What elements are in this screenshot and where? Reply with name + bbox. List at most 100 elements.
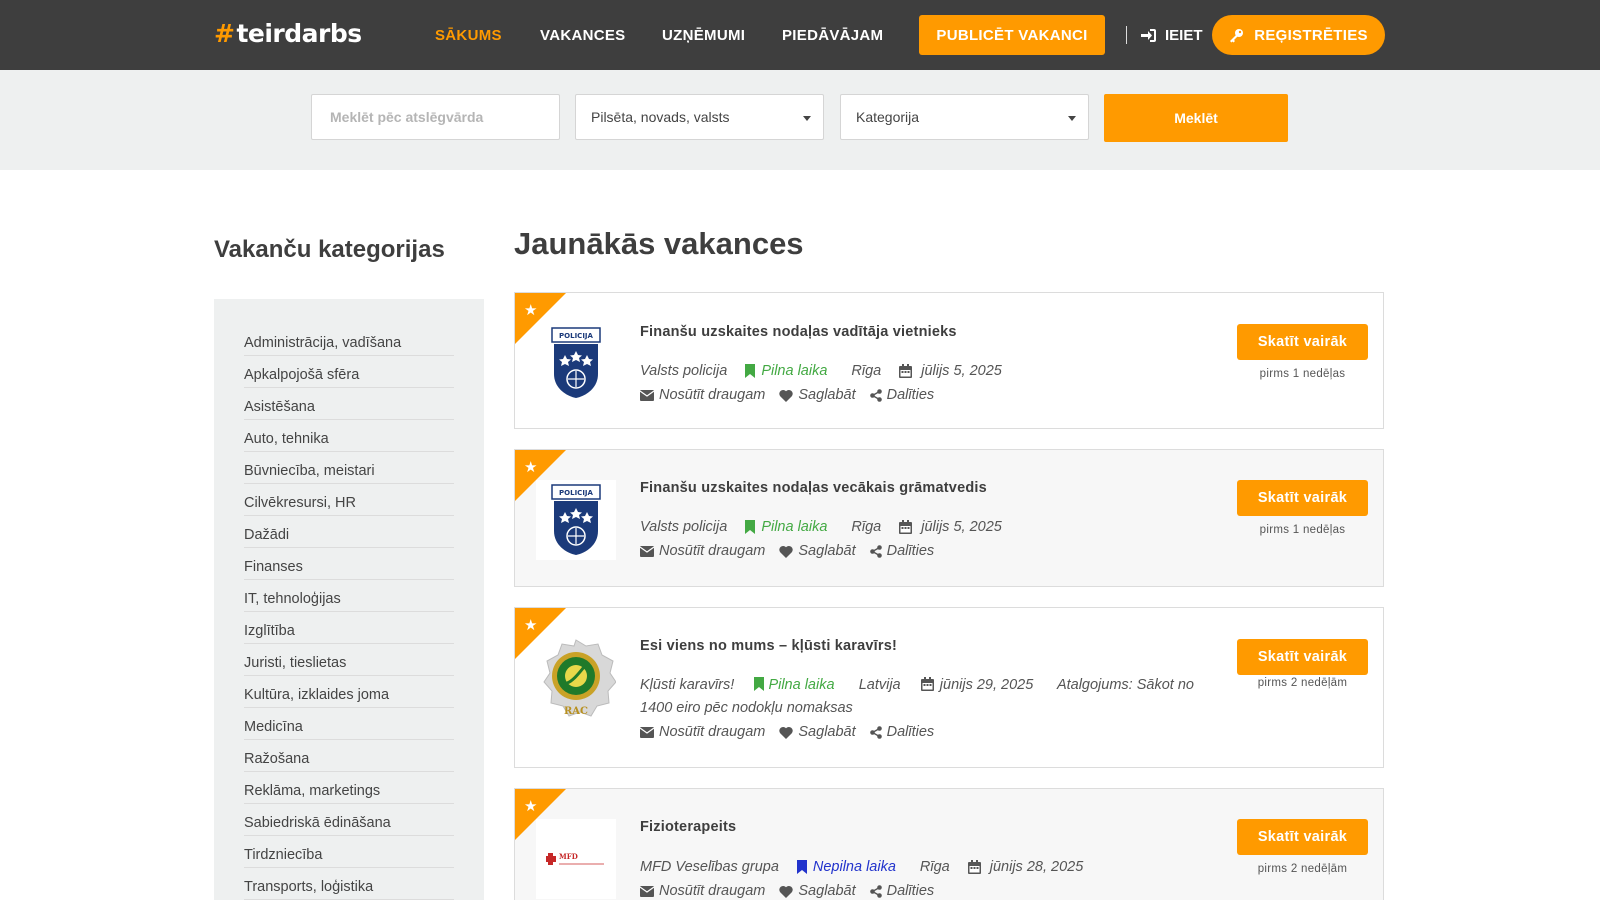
save-link[interactable]: Saglabāt xyxy=(779,387,856,403)
job-actions: Nosūtīt draugam Saglabāt Dalīties xyxy=(640,724,948,740)
company-logo[interactable]: POLICIJA xyxy=(536,480,616,560)
category-item[interactable]: Medicīna xyxy=(244,708,454,740)
company-name[interactable]: Valsts policija xyxy=(640,519,727,535)
share-icon xyxy=(869,725,882,739)
category-item[interactable]: Dažādi xyxy=(244,516,454,548)
category-item[interactable]: Cilvēkresursi, HR xyxy=(244,484,454,516)
category-item[interactable]: Ražošana xyxy=(244,740,454,772)
category-item[interactable]: Administrācija, vadīšana xyxy=(244,324,454,356)
category-item[interactable]: Asistēšana xyxy=(244,388,454,420)
army-logo-icon: RAC xyxy=(543,639,616,717)
nav-home[interactable]: SĀKUMS xyxy=(435,27,502,44)
bookmark-icon xyxy=(745,520,756,534)
time-ago: pirms 1 nedēļas xyxy=(1259,368,1346,380)
job-meta: Valsts policija Pilna laika Rīga jūlijs … xyxy=(640,519,1002,535)
login-label: IEIET xyxy=(1165,27,1203,44)
logo-text: teirdarbs xyxy=(236,19,362,48)
keyword-search-input[interactable]: Meklēt pēc atslēgvārda xyxy=(311,94,560,140)
category-item[interactable]: Kultūra, izklaides joma xyxy=(244,676,454,708)
job-title-link[interactable]: Finanšu uzskaites nodaļas vecākais grāma… xyxy=(640,480,987,496)
site-logo[interactable]: #teirdarbs xyxy=(214,19,362,48)
time-ago: pirms 2 nedēļām xyxy=(1257,863,1348,875)
posted-date: jūlijs 5, 2025 xyxy=(921,363,1002,379)
save-label: Saglabāt xyxy=(798,387,856,403)
police-logo-icon: POLICIJA xyxy=(551,484,601,555)
send-to-friend-link[interactable]: Nosūtīt draugam xyxy=(640,883,765,899)
view-more-button[interactable]: Skatīt vairāk xyxy=(1237,819,1368,855)
save-link[interactable]: Saglabāt xyxy=(779,724,856,740)
employment-type: Nepilna laika xyxy=(812,859,896,875)
company-logo[interactable]: MFD xyxy=(536,819,616,899)
nav-vacancies[interactable]: VAKANCES xyxy=(540,27,625,44)
top-navbar: #teirdarbs SĀKUMS VAKANCES UZŅĒMUMI PIED… xyxy=(0,0,1600,70)
share-link[interactable]: Dalīties xyxy=(869,883,934,899)
send-to-friend-link[interactable]: Nosūtīt draugam xyxy=(640,724,765,740)
share-link[interactable]: Dalīties xyxy=(869,387,934,403)
envelope-icon xyxy=(640,545,654,557)
job-title-link[interactable]: Esi viens no mums – kļūsti karavīrs! xyxy=(640,638,897,654)
save-label: Saglabāt xyxy=(798,543,856,559)
job-actions: Nosūtīt draugam Saglabāt Dalīties xyxy=(640,387,948,403)
publish-vacancy-button[interactable]: PUBLICĒT VAKANCI xyxy=(919,15,1105,55)
company-logo[interactable]: POLICIJA xyxy=(536,323,616,403)
category-item[interactable]: Finanses xyxy=(244,548,454,580)
job-meta: Valsts policija Pilna laika Rīga jūlijs … xyxy=(640,363,1002,379)
category-item[interactable]: Sabiedriskā ēdināšana xyxy=(244,804,454,836)
heart-icon xyxy=(779,885,794,898)
job-meta: MFD Veselības grupa Nepilna laika Rīga j… xyxy=(640,859,1083,875)
posted-date: jūlijs 5, 2025 xyxy=(921,519,1002,535)
register-button[interactable]: REĢISTRĒTIES xyxy=(1212,15,1385,55)
location-select[interactable]: Pilsēta, novads, valsts xyxy=(575,94,824,140)
view-more-button[interactable]: Skatīt vairāk xyxy=(1237,480,1368,516)
calendar-icon xyxy=(899,364,913,378)
send-to-friend-link[interactable]: Nosūtīt draugam xyxy=(640,543,765,559)
time-ago: pirms 1 nedēļas xyxy=(1259,524,1346,536)
calendar-icon xyxy=(920,677,934,691)
job-location: Latvija xyxy=(858,677,901,693)
company-logo[interactable]: RAC xyxy=(536,638,616,718)
envelope-icon xyxy=(640,389,654,401)
category-item[interactable]: Auto, tehnika xyxy=(244,420,454,452)
job-meta: Kļūsti karavīrs! Pilna laika Latvija jūn… xyxy=(640,674,1230,720)
category-select[interactable]: Kategorija xyxy=(840,94,1089,140)
share-link[interactable]: Dalīties xyxy=(869,543,934,559)
view-more-button[interactable]: Skatīt vairāk xyxy=(1237,324,1368,360)
view-more-button[interactable]: Skatīt vairāk xyxy=(1237,639,1368,675)
category-item[interactable]: Reklāma, marketings xyxy=(244,772,454,804)
save-label: Saglabāt xyxy=(798,724,856,740)
company-name[interactable]: Kļūsti karavīrs! xyxy=(640,677,734,693)
login-link[interactable]: IEIET xyxy=(1141,27,1203,44)
company-name[interactable]: MFD Veselības grupa xyxy=(640,859,779,875)
category-item[interactable]: IT, tehnoloģijas xyxy=(244,580,454,612)
job-actions: Nosūtīt draugam Saglabāt Dalīties xyxy=(640,883,948,899)
send-to-friend-link[interactable]: Nosūtīt draugam xyxy=(640,387,765,403)
nav-companies[interactable]: UZŅĒMUMI xyxy=(662,27,745,44)
category-item[interactable]: Apkalpojošā sfēra xyxy=(244,356,454,388)
register-label: REĢISTRĒTIES xyxy=(1254,26,1368,44)
share-label: Dalīties xyxy=(886,724,935,740)
envelope-icon xyxy=(640,885,654,897)
save-link[interactable]: Saglabāt xyxy=(779,883,856,899)
nav-offers[interactable]: PIEDĀVĀJAM xyxy=(782,27,883,44)
star-icon: ★ xyxy=(524,302,538,319)
posted-date: jūnijs 29, 2025 xyxy=(939,677,1034,693)
employment-type: Pilna laika xyxy=(768,677,835,693)
search-button[interactable]: Meklēt xyxy=(1104,94,1288,142)
location-select-value: Pilsēta, novads, valsts xyxy=(591,109,730,125)
svg-text:POLICIJA: POLICIJA xyxy=(559,332,593,340)
category-item[interactable]: Būvniecība, meistari xyxy=(244,452,454,484)
employment-type: Pilna laika xyxy=(761,519,828,535)
save-link[interactable]: Saglabāt xyxy=(779,543,856,559)
category-item[interactable]: Izglītība xyxy=(244,612,454,644)
category-item[interactable]: Transports, loģistika xyxy=(244,868,454,900)
share-icon xyxy=(869,544,882,558)
caret-down-icon xyxy=(803,116,811,121)
category-item[interactable]: Tirdzniecība xyxy=(244,836,454,868)
category-item[interactable]: Juristi, tieslietas xyxy=(244,644,454,676)
job-title-link[interactable]: Finanšu uzskaites nodaļas vadītāja vietn… xyxy=(640,324,957,340)
share-link[interactable]: Dalīties xyxy=(869,724,935,740)
job-card: ★ MFD Fizioterapeits MFD Veselības grupa… xyxy=(514,788,1384,900)
job-title-link[interactable]: Fizioterapeits xyxy=(640,819,736,835)
company-name[interactable]: Valsts policija xyxy=(640,363,727,379)
envelope-icon xyxy=(640,726,654,738)
